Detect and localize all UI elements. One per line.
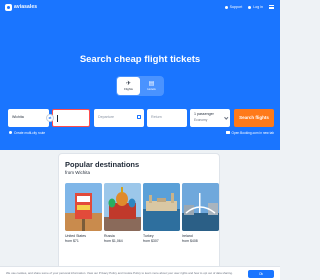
tab-hotels[interactable]: ▤ Hotels: [140, 77, 163, 95]
destination-photo: [104, 183, 141, 231]
multi-city-label: Create multi-city route: [14, 130, 46, 135]
destination-photo: [182, 183, 219, 231]
destination-price: from $307: [143, 239, 159, 243]
destination-price: from $1,064: [104, 239, 123, 243]
hero-banner: [0, 0, 280, 150]
logo[interactable]: aviasales: [5, 3, 37, 11]
passengers-value: 1 passenger: [194, 112, 214, 116]
tab-flights[interactable]: ✈ Flights: [117, 77, 140, 95]
origin-field[interactable]: Wichita: [8, 109, 49, 127]
user-icon: [248, 5, 252, 9]
add-route-icon: [9, 131, 12, 134]
passengers-field[interactable]: 1 passenger Economy: [190, 109, 230, 127]
destination-name: Turkey: [143, 234, 154, 238]
page-title: Search cheap flight tickets: [79, 54, 201, 65]
booking-option[interactable]: Open Booking.com in new tab: [226, 130, 274, 135]
multi-city-link[interactable]: Create multi-city route: [9, 130, 45, 135]
return-placeholder: Return: [151, 115, 162, 119]
top-right-nav: Support Log in: [224, 3, 274, 11]
destination-name: Russia: [104, 234, 115, 238]
section-subtitle: from Wichita: [65, 170, 91, 175]
destination-card[interactable]: Turkey from $307: [143, 183, 180, 243]
cookie-banner: We use cookies, and share some of your p…: [0, 266, 280, 280]
top-bar: aviasales Support Log in: [0, 0, 280, 14]
logo-icon: [5, 3, 12, 11]
destination-photo: [143, 183, 180, 231]
booking-checkbox[interactable]: [226, 130, 230, 135]
departure-date-field[interactable]: Departure: [94, 109, 144, 127]
destination-price: from $408: [182, 239, 198, 243]
login-label: Log in: [253, 5, 263, 9]
destination-name: United States: [65, 234, 87, 238]
support-label: Support: [229, 5, 243, 9]
support-link[interactable]: Support: [224, 5, 243, 9]
return-date-field[interactable]: Return: [147, 109, 187, 127]
departure-placeholder: Departure: [98, 115, 114, 119]
booking-option-label: Open Booking.com in new tab: [231, 130, 275, 135]
calendar-icon: [137, 115, 141, 119]
login-link[interactable]: Log in: [248, 5, 263, 9]
swap-icon[interactable]: ⇄: [46, 114, 54, 122]
section-title: Popular destinations: [65, 160, 140, 169]
cookie-text: We use cookies, and share some of your p…: [6, 271, 233, 275]
destination-card[interactable]: Russia from $1,064: [104, 183, 141, 243]
tab-hotels-label: Hotels: [147, 87, 156, 91]
logo-text: aviasales: [14, 4, 38, 10]
destination-price: from $71: [65, 239, 79, 243]
search-form: Wichita ⇄ Departure Return 1 passenger E…: [8, 109, 274, 127]
menu-button[interactable]: [269, 5, 274, 9]
destination-photo: [65, 183, 102, 231]
cookie-accept-button[interactable]: Ok: [248, 270, 274, 278]
chevron-down-icon: [223, 115, 228, 120]
tab-flights-label: Flights: [124, 87, 133, 91]
destination-name: Ireland: [182, 234, 193, 238]
destination-field[interactable]: [52, 109, 90, 127]
popular-destinations-card: Popular destinations from Wichita United…: [58, 153, 220, 277]
destination-card[interactable]: United States from $71: [65, 183, 102, 243]
mode-tabs: ✈ Flights ▤ Hotels: [116, 76, 164, 96]
text-cursor: [57, 115, 58, 122]
destination-card[interactable]: Ireland from $408: [182, 183, 219, 243]
support-icon: [224, 5, 228, 9]
cabin-class-value: Economy: [194, 118, 208, 122]
origin-value: Wichita: [12, 115, 24, 119]
search-flights-button[interactable]: Search flights: [234, 109, 274, 127]
menu-icon: [269, 5, 274, 9]
